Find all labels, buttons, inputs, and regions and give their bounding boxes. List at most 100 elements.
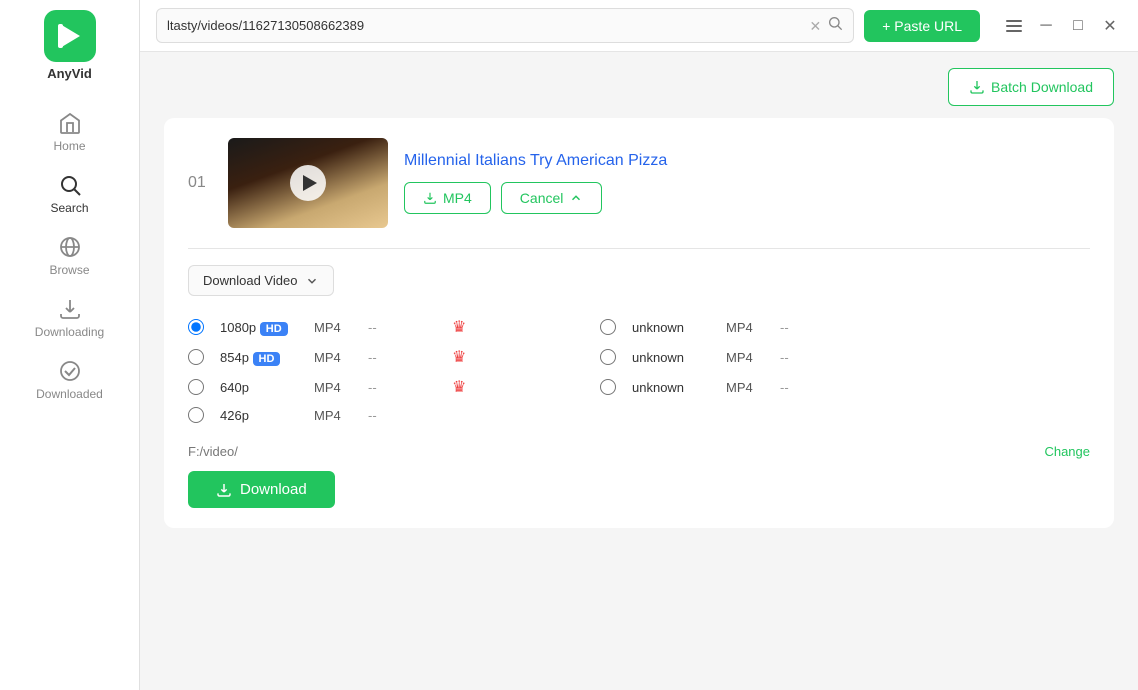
browse-icon (58, 235, 82, 259)
crown-icon-640p: ♛ (452, 377, 512, 397)
res-format-1080p: MP4 (314, 320, 364, 335)
table-row: 854p HD MP4 -- ♛ unknown MP4 -- (188, 342, 1090, 372)
minimize-button[interactable]: ─ (1034, 14, 1058, 38)
res-dash-unknown3: -- (780, 380, 860, 395)
menu-icon (1006, 18, 1022, 34)
folder-path: F:/video/ (188, 444, 238, 459)
video-card: 01 Millennial Italians Try American Pizz… (164, 118, 1114, 528)
download-dropdown[interactable]: Download Video (188, 265, 334, 296)
res-format-unknown1: MP4 (726, 320, 776, 335)
table-row: 640p MP4 -- ♛ unknown MP4 -- (188, 372, 1090, 402)
res-radio-640p[interactable] (188, 379, 204, 395)
search-icon (58, 173, 82, 197)
main-area: ✕ + Paste URL ─ □ ✕ (140, 0, 1138, 690)
sidebar: AnyVid Home Search Browse Downloading (0, 0, 140, 690)
thumb-image (228, 138, 388, 228)
app-logo (44, 10, 96, 62)
content-area: Batch Download 01 Millennial Italians Tr… (140, 52, 1138, 690)
cancel-label: Cancel (520, 190, 564, 206)
res-dash-854p: -- (368, 350, 448, 365)
download-dropdown-label: Download Video (203, 273, 297, 288)
paste-url-button[interactable]: + Paste URL (864, 10, 980, 42)
url-clear-button[interactable]: ✕ (810, 19, 822, 33)
res-radio-unknown1[interactable] (600, 319, 616, 335)
sidebar-item-downloaded[interactable]: Downloaded (0, 349, 139, 411)
sidebar-item-home-label: Home (53, 139, 85, 153)
downloading-icon (58, 297, 82, 321)
logo-area: AnyVid (44, 10, 96, 81)
batch-download-icon (969, 79, 985, 95)
maximize-button[interactable]: □ (1066, 14, 1090, 38)
cancel-button[interactable]: Cancel (501, 182, 603, 214)
resolution-table: 1080p HD MP4 -- ♛ unknown MP4 -- 854p HD… (188, 312, 1090, 428)
downloaded-icon (58, 359, 82, 383)
download-button[interactable]: Download (188, 471, 335, 508)
res-radio-854p[interactable] (188, 349, 204, 365)
batch-btn-wrap: Batch Download (164, 68, 1114, 106)
menu-button[interactable] (1002, 14, 1026, 38)
video-header: 01 Millennial Italians Try American Pizz… (188, 138, 1090, 228)
video-thumbnail[interactable] (228, 138, 388, 228)
window-controls: ─ □ ✕ (1002, 14, 1122, 38)
res-radio-426p[interactable] (188, 407, 204, 423)
download-dropdown-wrap: Download Video (188, 265, 1090, 296)
crown-icon-1080p: ♛ (452, 317, 512, 337)
topbar-search-icon (827, 15, 843, 31)
mp4-label: MP4 (443, 190, 472, 206)
dropdown-chevron-icon (305, 274, 319, 288)
card-footer: F:/video/ Change (188, 444, 1090, 459)
sidebar-item-downloading-label: Downloading (35, 325, 104, 339)
res-radio-unknown2[interactable] (600, 349, 616, 365)
hd-badge-1080p: HD (260, 322, 288, 336)
res-dash-640p: -- (368, 380, 448, 395)
video-number: 01 (188, 174, 212, 192)
sidebar-item-search[interactable]: Search (0, 163, 139, 225)
chevron-up-icon (569, 191, 583, 205)
table-row: 1080p HD MP4 -- ♛ unknown MP4 -- (188, 312, 1090, 342)
close-button[interactable]: ✕ (1098, 14, 1122, 38)
res-dash-unknown2: -- (780, 350, 860, 365)
paste-url-label: + Paste URL (882, 18, 962, 34)
change-button[interactable]: Change (1044, 444, 1090, 459)
url-input[interactable] (167, 18, 804, 33)
sidebar-item-downloaded-label: Downloaded (36, 387, 103, 401)
home-icon (58, 111, 82, 135)
sidebar-item-browse[interactable]: Browse (0, 225, 139, 287)
sidebar-item-home[interactable]: Home (0, 101, 139, 163)
hd-badge-854p: HD (253, 352, 281, 366)
res-dash-426p: -- (368, 408, 448, 423)
sidebar-item-search-label: Search (50, 201, 88, 215)
res-format-unknown3: MP4 (726, 380, 776, 395)
table-row: 426p MP4 -- (188, 402, 1090, 428)
mp4-download-icon (423, 191, 437, 205)
res-label-1080p: 1080p HD (220, 320, 310, 335)
topbar-search-button[interactable] (827, 15, 843, 36)
batch-download-button[interactable]: Batch Download (948, 68, 1114, 106)
res-dash-1080p: -- (368, 320, 448, 335)
res-label-854p: 854p HD (220, 350, 310, 365)
divider (188, 248, 1090, 249)
res-label-640p: 640p (220, 380, 310, 395)
res-format-640p: MP4 (314, 380, 364, 395)
res-radio-unknown3[interactable] (600, 379, 616, 395)
topbar: ✕ + Paste URL ─ □ ✕ (140, 0, 1138, 52)
res-format-426p: MP4 (314, 408, 364, 423)
res-format-unknown2: MP4 (726, 350, 776, 365)
res-label-426p: 426p (220, 408, 310, 423)
video-title: Millennial Italians Try American Pizza (404, 152, 1090, 170)
play-button[interactable] (290, 165, 326, 201)
res-format-854p: MP4 (314, 350, 364, 365)
res-dash-unknown1: -- (780, 320, 860, 335)
video-title-area: Millennial Italians Try American Pizza M… (404, 152, 1090, 214)
download-icon (216, 482, 232, 498)
crown-icon-854p: ♛ (452, 347, 512, 367)
res-label-unknown2: unknown (632, 350, 722, 365)
batch-download-label: Batch Download (991, 79, 1093, 95)
sidebar-item-downloading[interactable]: Downloading (0, 287, 139, 349)
download-btn-label: Download (240, 481, 307, 498)
sidebar-item-browse-label: Browse (49, 263, 89, 277)
res-radio-1080p[interactable] (188, 319, 204, 335)
mp4-button[interactable]: MP4 (404, 182, 491, 214)
res-label-unknown3: unknown (632, 380, 722, 395)
url-input-wrap: ✕ (156, 8, 854, 43)
